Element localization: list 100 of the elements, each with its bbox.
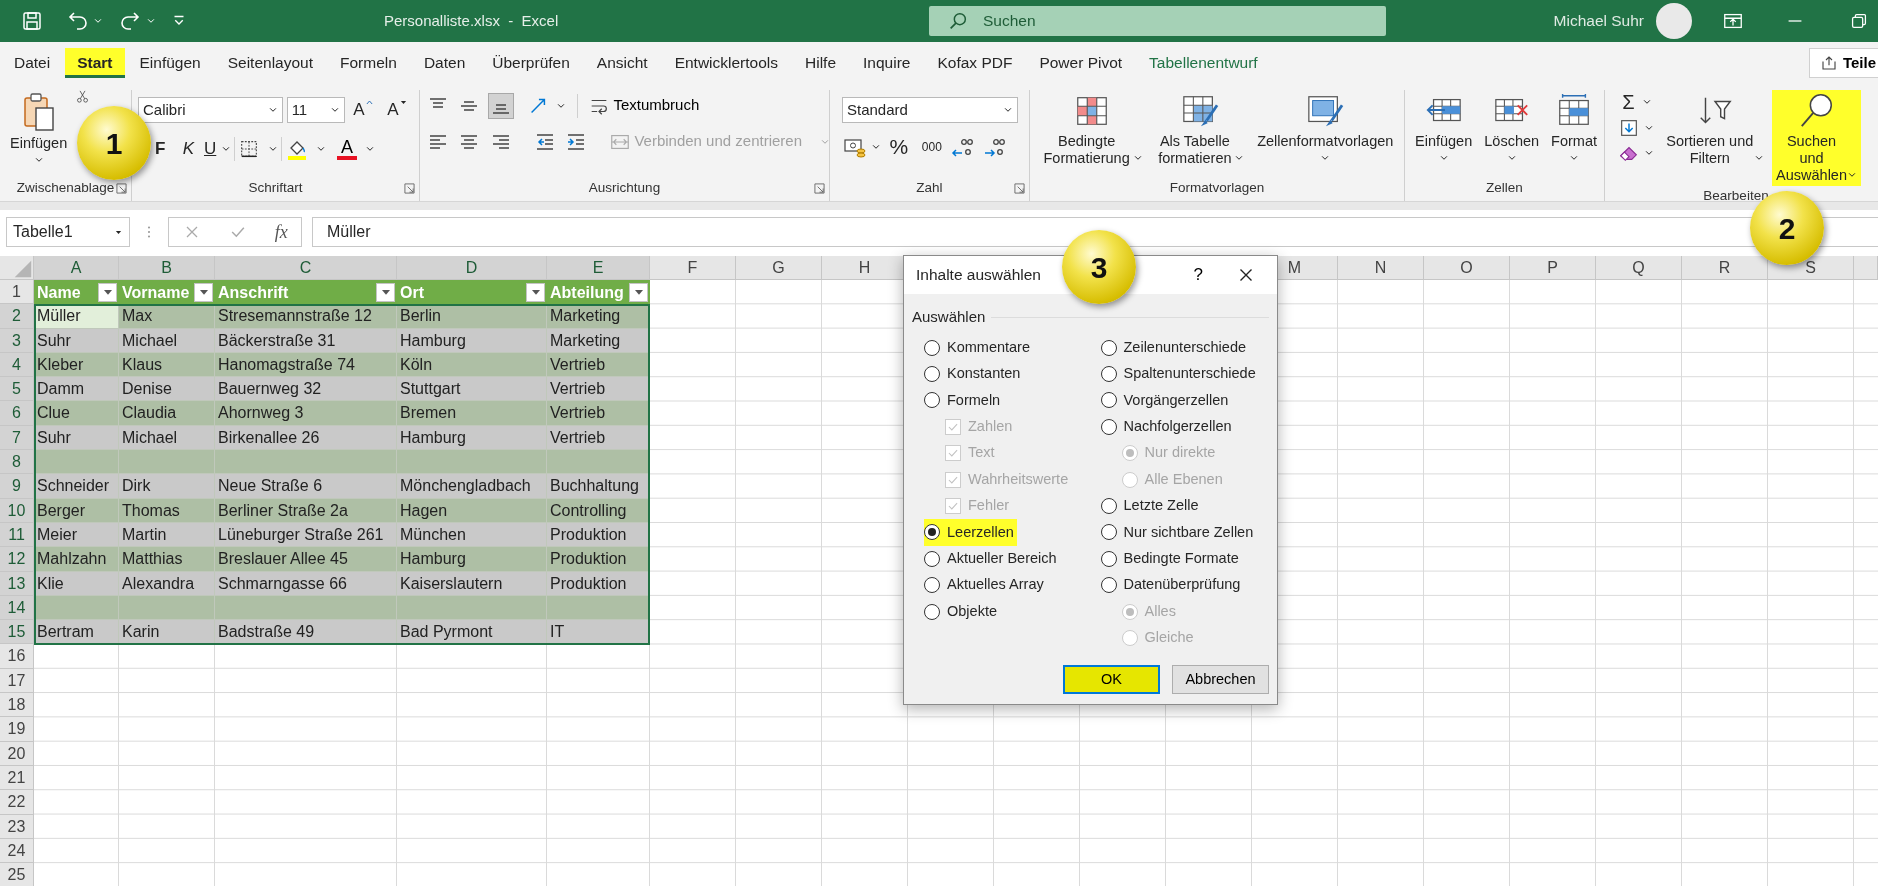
percent-button[interactable]: % [884,135,914,160]
share-button[interactable]: Teile [1808,48,1878,78]
format-as-table-button[interactable]: Als Tabelle formatieren [1151,90,1248,169]
table-cell[interactable]: Ahornweg 3 [215,401,397,426]
table-cell[interactable]: Hamburg [397,547,547,572]
font-color-button[interactable]: A [333,138,361,161]
table-cell[interactable]: Damm [34,377,119,402]
caret-icon[interactable] [145,16,156,26]
filter-dropdown-button[interactable] [98,282,117,302]
radio-button[interactable]: Kommentare [924,334,1033,361]
table-cell[interactable]: Berliner Straße 2a [215,498,397,523]
table-cell[interactable]: Claudia [119,401,215,426]
autosum-button[interactable]: Σ [1618,90,1639,114]
table-cell[interactable]: Clue [34,401,119,426]
table-cell[interactable]: Schneider [34,474,119,499]
search-field[interactable]: Suchen [929,6,1386,36]
column-header[interactable]: C [215,256,397,280]
grow-font-button[interactable]: A [348,98,379,123]
column-header[interactable]: R [1682,256,1768,280]
radio-button[interactable]: Spaltenunterschiede [1100,360,1259,388]
table-cell[interactable]: Klie [34,571,119,596]
row-header[interactable]: 13 [0,571,34,596]
ribbon-tab[interactable]: Inquire [851,48,923,78]
filter-dropdown-button[interactable] [194,282,213,302]
row-header[interactable]: 19 [0,717,34,742]
column-header[interactable]: O [1424,256,1510,280]
table-cell[interactable]: Bäckerstraße 31 [215,328,397,353]
table-cell[interactable]: Berger [34,498,119,523]
sort-filter-button[interactable]: Sortieren und Filtern [1661,90,1769,169]
ribbon-tab[interactable]: Einfügen [127,48,213,78]
row-header[interactable]: 20 [0,741,34,766]
radio-button[interactable]: Aktueller Bereich [924,545,1060,572]
table-cell[interactable]: Birkenallee 26 [215,425,397,451]
table-cell[interactable]: Bremen [397,401,547,426]
table-cell[interactable]: Vertrieb [547,352,650,378]
table-cell[interactable]: Marketing [547,328,650,353]
wrap-text-button[interactable]: Textumbruch [587,94,700,117]
table-cell[interactable]: Hamburg [397,328,547,353]
table-cell[interactable]: München [397,522,547,548]
row-header[interactable]: 17 [0,668,34,694]
radio-button[interactable]: Formeln [924,387,1004,414]
caret-icon[interactable] [1643,123,1654,133]
ribbon-tab[interactable]: Entwicklertools [662,48,791,78]
row-header[interactable]: 5 [0,377,34,402]
row-header[interactable]: 9 [0,474,34,499]
table-cell[interactable]: Vertrieb [547,377,650,402]
table-cell[interactable]: Neue Straße 6 [215,474,397,499]
radio-button[interactable]: Objekte [924,598,1000,625]
ribbon-tab[interactable]: Ansicht [584,48,660,78]
table-cell[interactable]: Produktion [547,522,650,548]
ribbon-tab[interactable]: Tabellenentwurf [1137,48,1270,78]
row-header[interactable]: 12 [0,547,34,572]
table-cell[interactable]: Stresemannstraße 12 [215,304,397,329]
row-header[interactable]: 10 [0,498,34,523]
column-header[interactable]: Q [1596,256,1682,280]
table-cell[interactable]: Kaiserslautern [397,571,547,596]
caret-icon[interactable] [1642,97,1653,107]
dialog-launcher-icon[interactable] [404,182,415,194]
insert-function-button[interactable]: fx [274,218,288,246]
name-box[interactable]: Tabelle1 [6,217,130,247]
row-header[interactable]: 3 [0,328,34,353]
row-header[interactable]: 16 [0,644,34,669]
table-cell[interactable]: Stuttgart [397,377,547,402]
scissors-icon[interactable] [75,88,91,104]
avatar[interactable] [1656,3,1692,39]
table-cell[interactable]: Vertrieb [547,425,650,451]
table-cell[interactable]: Hagen [397,498,547,523]
radio-button[interactable]: Zeilenunterschiede [1100,334,1250,361]
column-header[interactable]: F [650,256,736,280]
help-button[interactable]: ? [1193,262,1203,288]
radio-button[interactable]: Letzte Zelle [1100,492,1202,520]
column-header[interactable]: P [1510,256,1596,280]
table-cell[interactable]: Michael [119,425,215,451]
italic-button[interactable]: K [177,137,199,162]
table-cell[interactable]: Köln [397,352,547,378]
table-cell[interactable]: Bauernweg 32 [215,377,397,402]
thousands-button[interactable]: 000 [916,135,947,160]
table-cell[interactable]: Suhr [34,328,119,353]
shrink-font-button[interactable]: A [382,98,413,123]
filter-dropdown-button[interactable] [629,282,648,302]
ribbon-tab[interactable]: Formeln [328,48,409,78]
table-cell[interactable]: Dirk [119,474,215,499]
radio-button[interactable]: Datenüberprüfung [1100,572,1244,599]
table-cell[interactable]: Max [119,304,215,329]
table-cell[interactable]: Mahlzahn [34,547,119,572]
column-header[interactable]: G [736,256,822,280]
row-header[interactable]: 18 [0,693,34,718]
table-cell[interactable]: Buchhaltung [547,474,650,499]
radio-button[interactable]: Nur sichtbare Zellen [1100,519,1257,546]
row-header[interactable]: 11 [0,522,34,548]
delete-cells-button[interactable]: Löschen [1480,90,1544,165]
save-icon[interactable] [20,9,44,33]
ribbon-tab[interactable]: Hilfe [793,48,849,78]
dialog-button[interactable]: OK [1063,665,1160,694]
table-cell[interactable]: Bertram [34,620,119,645]
table-cell[interactable]: Breslauer Allee 45 [215,547,397,572]
column-header[interactable]: A [34,256,119,280]
row-header[interactable]: 1 [0,280,34,305]
table-cell[interactable]: Michael [119,328,215,353]
row-header[interactable]: 25 [0,863,34,886]
